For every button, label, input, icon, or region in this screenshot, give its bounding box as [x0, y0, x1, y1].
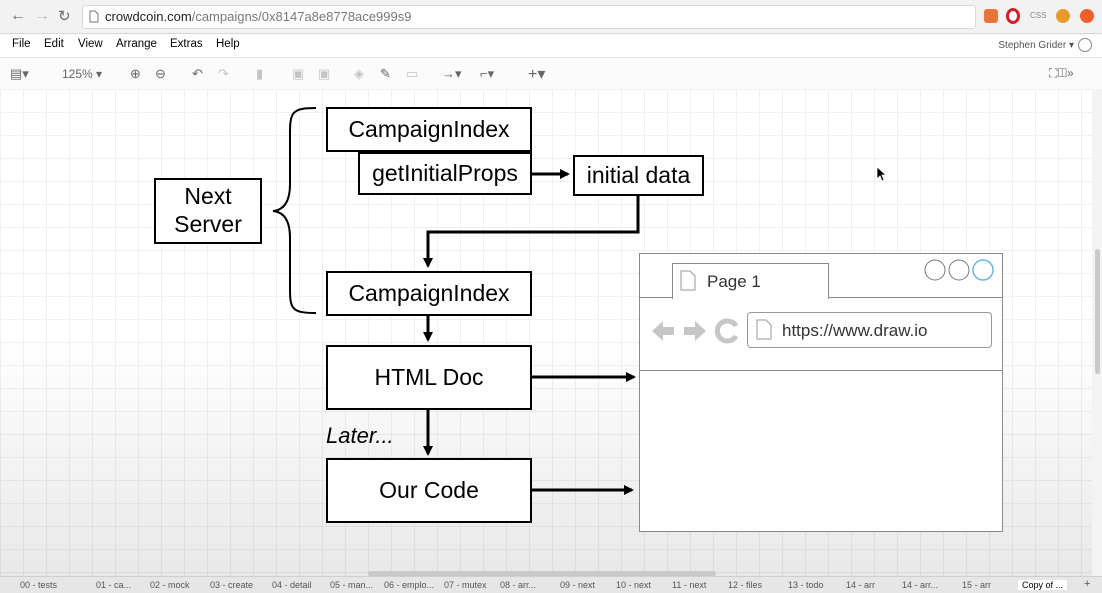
page-tab[interactable]: 05 - man...	[330, 580, 373, 590]
line-color-icon[interactable]: ✎	[380, 66, 391, 82]
toolbar: ▤▾ 125% ▾ ⊕ ⊖ ↶ ↷ ▮ ▣ ▣ ◈ ✎ ▭ →▾ ⌐▾ +▾ ⛶…	[0, 57, 1102, 90]
next-server-box[interactable]: Next Server	[154, 178, 262, 244]
connection-style-icon[interactable]: →▾	[442, 66, 462, 82]
format-panel-icon[interactable]: ▤▾	[10, 66, 29, 82]
arrow-data-to-index	[423, 196, 640, 268]
page-tab[interactable]: 15 - arr	[962, 580, 991, 590]
mock-url-text: https://www.draw.io	[782, 321, 928, 340]
curly-brace	[272, 107, 317, 314]
page-tab[interactable]: 09 - next	[560, 580, 595, 590]
mouse-cursor-icon	[876, 166, 888, 182]
reload-icon[interactable]: ↻	[58, 7, 71, 25]
waypoints-icon[interactable]: ⌐▾	[480, 66, 494, 82]
page-tab-active[interactable]: Copy of ...	[1018, 580, 1068, 590]
mock-tab-label: Page 1	[707, 272, 761, 291]
diagram-canvas[interactable]: Next Server CampaignIndex getInitialProp…	[0, 89, 1092, 576]
html-doc-box[interactable]: HTML Doc	[326, 345, 532, 410]
mock-url-bar: https://www.draw.io	[747, 312, 992, 348]
menu-help[interactable]: Help	[216, 38, 240, 50]
mock-url-page-icon	[756, 319, 772, 340]
zoom-out-icon[interactable]: ⊖	[155, 66, 166, 82]
menu-arrange[interactable]: Arrange	[116, 38, 157, 50]
address-bar[interactable]: crowdcoin.com/campaigns/0x8147a8e8778ace…	[82, 5, 976, 29]
fill-color-icon[interactable]: ◈	[354, 66, 364, 82]
bookmark-icon[interactable]	[984, 9, 998, 23]
campaign-index-top-box[interactable]: CampaignIndex	[326, 107, 532, 152]
to-front-icon[interactable]: ▣	[292, 66, 304, 82]
insert-icon[interactable]: +▾	[528, 64, 545, 84]
page-tab[interactable]: 12 - files	[728, 580, 762, 590]
page-tab[interactable]: 06 - emplo...	[384, 580, 434, 590]
page-tab[interactable]: 08 - arr...	[500, 580, 536, 590]
get-initial-props-box[interactable]: getInitialProps	[358, 152, 532, 195]
user-name[interactable]: Stephen Grider ▾	[998, 40, 1074, 51]
page-tab[interactable]: 02 - mock	[150, 580, 190, 590]
fullscreen-icon[interactable]: ⛶◫»	[1049, 66, 1074, 81]
add-page-icon[interactable]: +	[1084, 578, 1090, 590]
menu-bar: File Edit View Arrange Extras Help Steph…	[0, 34, 1102, 56]
mock-tab: Page 1	[672, 263, 829, 299]
to-back-icon[interactable]: ▣	[318, 66, 330, 82]
page-tab[interactable]: 01 - ca...	[96, 580, 131, 590]
menu-edit[interactable]: Edit	[44, 38, 64, 50]
zoom-in-icon[interactable]: ⊕	[130, 66, 141, 82]
mock-nav-icons	[652, 318, 739, 344]
page-tab[interactable]: 04 - detail	[272, 580, 312, 590]
menu-file[interactable]: File	[12, 38, 31, 50]
delete-icon[interactable]: ▮	[256, 66, 263, 82]
mock-page-icon	[680, 270, 696, 291]
brave-icon[interactable]	[1080, 9, 1094, 23]
opera-icon[interactable]	[1006, 8, 1020, 24]
menu-extras[interactable]: Extras	[170, 38, 203, 50]
css-icon[interactable]: CSS	[1030, 11, 1046, 25]
page-tabs-bar: 00 - tests 01 - ca... 02 - mock 03 - cre…	[0, 576, 1102, 593]
campaign-index-bottom-box[interactable]: CampaignIndex	[326, 271, 532, 316]
page-tab[interactable]: 10 - next	[616, 580, 651, 590]
forward-arrow-icon[interactable]: →	[34, 7, 50, 25]
page-tab[interactable]: 13 - todo	[788, 580, 824, 590]
initial-data-box[interactable]: initial data	[573, 155, 704, 196]
later-label: Later...	[326, 423, 394, 448]
vertical-scroll-thumb[interactable]	[1095, 249, 1100, 374]
our-code-box[interactable]: Our Code	[326, 458, 532, 523]
page-tab[interactable]: 03 - create	[210, 580, 253, 590]
redo-icon[interactable]: ↷	[218, 66, 229, 82]
page-tab[interactable]: 11 - next	[672, 580, 706, 590]
back-arrow-icon[interactable]: ←	[10, 7, 26, 25]
page-tab[interactable]: 14 - arr...	[902, 580, 938, 590]
mock-window-buttons	[924, 259, 994, 281]
browser-mockup[interactable]: Page 1 https://www.draw.io	[639, 253, 1003, 532]
browser-chrome: ← → ↻ crowdcoin.com/campaigns/0x8147a8e8…	[0, 0, 1102, 34]
mock-content-line	[640, 370, 1002, 371]
page-tab[interactable]: 07 - mutex	[444, 580, 487, 590]
globe-icon[interactable]	[1078, 38, 1092, 52]
zoom-select[interactable]: 125% ▾	[62, 67, 102, 81]
page-tab[interactable]: 14 - arr	[846, 580, 875, 590]
page-icon	[89, 10, 99, 23]
url-text: crowdcoin.com/campaigns/0x8147a8e8778ace…	[105, 9, 412, 24]
shadow-icon[interactable]: ▭	[406, 66, 418, 82]
undo-icon[interactable]: ↶	[192, 66, 203, 82]
page-tab[interactable]: 00 - tests	[20, 580, 57, 590]
vertical-scrollbar[interactable]	[1092, 89, 1102, 576]
fox-icon[interactable]	[1056, 9, 1070, 23]
menu-view[interactable]: View	[78, 38, 103, 50]
